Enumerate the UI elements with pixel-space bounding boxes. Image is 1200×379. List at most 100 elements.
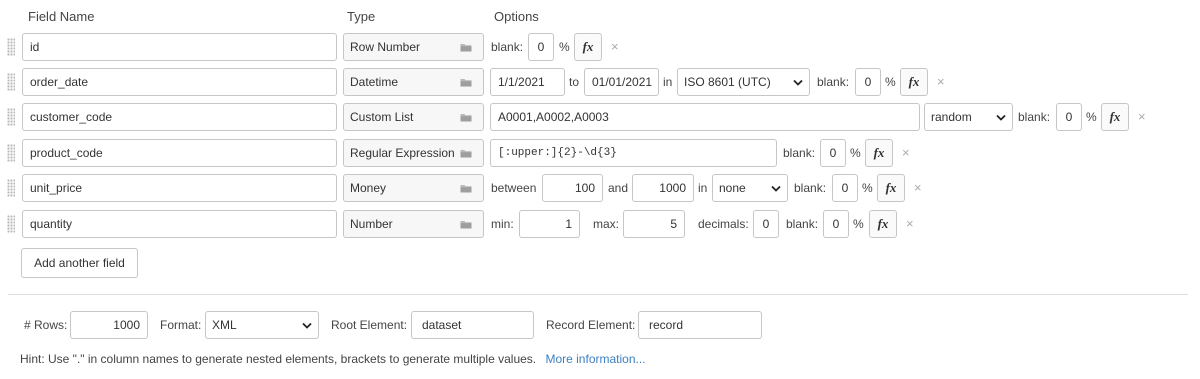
and-label: and — [608, 181, 629, 195]
chevron-down-icon — [793, 79, 803, 86]
formula-button[interactable]: fx — [574, 33, 602, 61]
field-name-input[interactable]: product_code — [22, 139, 337, 167]
formula-button[interactable]: fx — [1101, 103, 1129, 131]
header-options: Options — [494, 9, 539, 24]
remove-field-icon[interactable]: × — [902, 139, 910, 167]
add-field-button[interactable]: Add another field — [21, 248, 138, 278]
formula-button[interactable]: fx — [869, 210, 897, 238]
field-name-input[interactable]: id — [22, 33, 337, 61]
date-to-input[interactable]: 01/01/2021 — [584, 68, 659, 96]
custom-list-values-input[interactable]: A0001,A0002,A0003 — [490, 103, 920, 131]
remove-field-icon[interactable]: × — [937, 68, 945, 96]
type-selector[interactable]: Money — [343, 174, 484, 202]
type-label: Row Number — [350, 40, 421, 54]
blank-percent-input[interactable]: 0 — [832, 174, 858, 202]
list-mode-select[interactable]: random — [924, 103, 1013, 131]
percent-label: % — [1086, 110, 1097, 124]
blank-label: blank: — [1018, 110, 1051, 124]
hint-body: Hint: Use "." in column names to generat… — [20, 352, 537, 366]
in-label: in — [663, 75, 673, 89]
header-type: Type — [347, 9, 376, 24]
drag-handle-icon[interactable] — [7, 108, 15, 126]
chevron-down-icon — [771, 185, 781, 192]
percent-label: % — [862, 181, 873, 195]
blank-percent-input[interactable]: 0 — [528, 33, 554, 61]
divider — [8, 294, 1188, 295]
blank-percent-input[interactable]: 0 — [855, 68, 881, 96]
remove-field-icon[interactable]: × — [611, 33, 619, 61]
timezone-value: ISO 8601 (UTC) — [684, 75, 771, 89]
currency-value: none — [719, 181, 746, 195]
hint-text: Hint: Use "." in column names to generat… — [20, 352, 646, 366]
drag-handle-icon[interactable] — [7, 179, 15, 197]
blank-label: blank: — [786, 217, 819, 231]
remove-field-icon[interactable]: × — [1138, 103, 1146, 131]
field-row-product-code: product_code Regular Expression [:upper:… — [0, 139, 1200, 167]
type-selector[interactable]: Custom List — [343, 103, 484, 131]
field-name-input[interactable]: unit_price — [22, 174, 337, 202]
money-max-input[interactable]: 1000 — [632, 174, 694, 202]
blank-label: blank: — [817, 75, 850, 89]
type-label: Money — [350, 181, 387, 195]
between-label: between — [491, 181, 537, 195]
type-label: Regular Expression — [350, 146, 455, 160]
record-element-input[interactable]: record — [638, 311, 762, 339]
date-from-input[interactable]: 1/1/2021 — [490, 68, 565, 96]
blank-percent-input[interactable]: 0 — [1056, 103, 1082, 131]
field-name-input[interactable]: customer_code — [22, 103, 337, 131]
type-selector[interactable]: Row Number — [343, 33, 484, 61]
percent-label: % — [853, 217, 864, 231]
drag-handle-icon[interactable] — [7, 215, 15, 233]
more-information-link[interactable]: More information... — [545, 352, 645, 366]
field-row-order-date: order_date Datetime 1/1/2021 to 01/01/20… — [0, 68, 1200, 96]
field-row-id: id Row Number blank: 0 % fx × — [0, 33, 1200, 61]
percent-label: % — [559, 40, 570, 54]
currency-select[interactable]: none — [712, 174, 788, 202]
root-element-input[interactable]: dataset — [411, 311, 534, 339]
type-selector[interactable]: Regular Expression — [343, 139, 484, 167]
format-value: XML — [212, 318, 237, 332]
list-mode-value: random — [931, 110, 972, 124]
formula-button[interactable]: fx — [865, 139, 893, 167]
type-selector[interactable]: Number — [343, 210, 484, 238]
blank-percent-input[interactable]: 0 — [823, 210, 849, 238]
field-name-input[interactable]: order_date — [22, 68, 337, 96]
percent-label: % — [885, 75, 896, 89]
formula-button[interactable]: fx — [877, 174, 905, 202]
blank-percent-input[interactable]: 0 — [820, 139, 846, 167]
drag-handle-icon[interactable] — [7, 73, 15, 91]
blank-label: blank: — [783, 146, 816, 160]
chevron-down-icon — [996, 114, 1006, 121]
decimals-input[interactable]: 0 — [753, 210, 779, 238]
timezone-select[interactable]: ISO 8601 (UTC) — [677, 68, 810, 96]
type-label: Number — [350, 217, 393, 231]
folder-icon — [460, 78, 472, 87]
decimals-label: decimals: — [698, 217, 749, 231]
in-label: in — [698, 181, 708, 195]
root-element-label: Root Element: — [331, 318, 408, 332]
folder-icon — [460, 220, 472, 229]
type-label: Custom List — [350, 110, 414, 124]
header-field-name: Field Name — [28, 9, 95, 24]
blank-label: blank: — [491, 40, 524, 54]
rows-input[interactable]: 1000 — [70, 311, 148, 339]
max-label: max: — [593, 217, 620, 231]
format-select[interactable]: XML — [205, 311, 319, 339]
regex-input[interactable]: [:upper:]{2}-\d{3} — [490, 139, 777, 167]
type-selector[interactable]: Datetime — [343, 68, 484, 96]
drag-handle-icon[interactable] — [7, 144, 15, 162]
money-min-input[interactable]: 100 — [542, 174, 603, 202]
field-row-unit-price: unit_price Money between 100 and 1000 in… — [0, 174, 1200, 202]
formula-button[interactable]: fx — [900, 68, 928, 96]
field-name-input[interactable]: quantity — [22, 210, 337, 238]
folder-icon — [460, 184, 472, 193]
folder-icon — [460, 43, 472, 52]
remove-field-icon[interactable]: × — [914, 174, 922, 202]
drag-handle-icon[interactable] — [7, 38, 15, 56]
number-max-input[interactable]: 5 — [623, 210, 685, 238]
folder-icon — [460, 149, 472, 158]
remove-field-icon[interactable]: × — [906, 210, 914, 238]
number-min-input[interactable]: 1 — [519, 210, 580, 238]
rows-label: # Rows: — [24, 318, 68, 332]
folder-icon — [460, 113, 472, 122]
